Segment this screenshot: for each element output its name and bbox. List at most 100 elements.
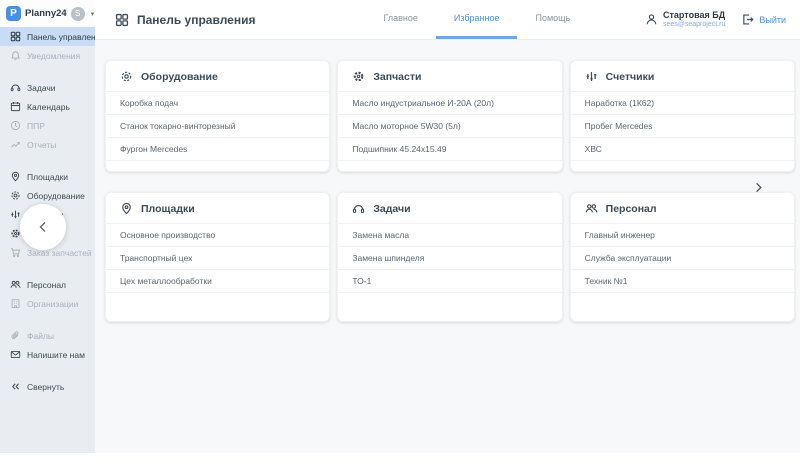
sidebar-item-reports[interactable]: Отчеты (0, 135, 95, 154)
card-tasks: Задачи Замена масла Замена шпинделя ТО-1 (337, 192, 562, 322)
sidebar-item-dashboard[interactable]: Панель управления (0, 27, 95, 46)
page-title: Панель управления (137, 13, 255, 27)
list-item[interactable]: Коробка подач (106, 92, 329, 115)
pin-icon (120, 202, 133, 215)
card-title: Запчасти (373, 71, 421, 83)
sidebar-item-label: Организации (27, 299, 78, 309)
list-item[interactable]: Станок токарно-винторезный (106, 115, 329, 138)
tab-label: Помощь (535, 13, 570, 23)
list-item[interactable]: ХВС (571, 138, 794, 161)
user-email: sees@seaproject.ru (663, 21, 725, 29)
gear-icon (10, 190, 21, 201)
sidebar-item-personnel[interactable]: Персонал (0, 275, 95, 294)
chevrons-left-icon (10, 381, 21, 392)
bell-icon (10, 50, 21, 61)
sidebar-item-label: Отчеты (27, 140, 56, 150)
app-window: P Planny24 S ▾ Панель управления Уведомл… (0, 0, 800, 453)
collapse-sidebar-button[interactable] (20, 204, 66, 250)
list-item[interactable]: Подшипник 45.24х15.49 (338, 138, 561, 161)
sidebar-item-collapse[interactable]: Свернуть (0, 377, 95, 396)
card-header: Задачи (338, 202, 561, 224)
card-personnel: Персонал Главный инженер Служба эксплуат… (570, 192, 795, 322)
list-item[interactable]: ТО-1 (338, 270, 561, 293)
page-title-block: Панель управления (115, 13, 255, 27)
people-icon (585, 202, 598, 215)
list-item[interactable]: Замена масла (338, 224, 561, 247)
top-bar: Панель управления Главное Избранное Помо… (95, 0, 800, 40)
list-item[interactable]: Замена шпинделя (338, 247, 561, 270)
list-item[interactable]: Основное производство (106, 224, 329, 247)
main-area: Панель управления Главное Избранное Помо… (95, 0, 800, 453)
card-sites: Площадки Основное производство Транспорт… (105, 192, 330, 322)
sidebar-item-ppr[interactable]: ППР (0, 116, 95, 135)
user-area[interactable]: Стартовая БД sees@seaproject.ru (645, 10, 725, 29)
calendar-icon (10, 101, 21, 112)
list-item[interactable]: Главный инженер (571, 224, 794, 247)
avatar[interactable]: S (71, 7, 85, 21)
chevron-down-icon[interactable]: ▾ (91, 10, 95, 18)
list-item[interactable]: Фургон Mercedes (106, 138, 329, 161)
list-item[interactable]: Техник №1 (571, 270, 794, 293)
logout-button[interactable]: Выйти (741, 13, 786, 26)
card-header: Персонал (571, 202, 794, 224)
sidebar-item-organizations[interactable]: Организации (0, 294, 95, 313)
sidebar-item-label: Напишите нам (27, 350, 85, 360)
sidebar-item-label: Файлы (27, 331, 54, 341)
card-meters: Счетчики Наработка (1К62) Пробег Mercede… (570, 60, 795, 172)
card-header: Площадки (106, 202, 329, 224)
tab-help[interactable]: Помощь (517, 0, 588, 39)
paperclip-icon (10, 330, 21, 341)
gauge-icon (10, 209, 21, 220)
tab-label: Избранное (454, 13, 500, 23)
dashboard-content: Оборудование Коробка подач Станок токарн… (95, 40, 800, 322)
card-header: Оборудование (106, 70, 329, 92)
carousel-next-button[interactable] (745, 174, 771, 200)
headset-icon (352, 202, 365, 215)
logout-label: Выйти (759, 15, 786, 25)
people-icon (10, 279, 21, 290)
dashboard-icon (115, 13, 129, 27)
list-item[interactable]: Пробег Mercedes (571, 115, 794, 138)
sidebar-item-label: Панель управления (27, 32, 95, 42)
card-spares: Запчасти Масло индустриальное И-20А (20л… (337, 60, 562, 172)
list-item[interactable]: Служба эксплуатации (571, 247, 794, 270)
cart-icon (10, 247, 21, 258)
app-logo-text: Planny24 (25, 8, 67, 19)
sidebar-item-label: Уведомления (27, 51, 80, 61)
sidebar-item-files[interactable]: Файлы (0, 326, 95, 345)
gauge-icon (585, 70, 598, 83)
sidebar-item-label: Календарь (27, 102, 70, 112)
gear-icon (120, 70, 133, 83)
tab-favorites[interactable]: Избранное (436, 0, 518, 39)
sidebar-item-equipment[interactable]: Оборудование (0, 186, 95, 205)
card-header: Запчасти (338, 70, 561, 92)
pin-icon (10, 171, 21, 182)
sidebar-item-label: Оборудование (27, 191, 85, 201)
sidebar-item-label: ППР (27, 121, 45, 131)
sidebar-item-contact-us[interactable]: Напишите нам (0, 345, 95, 364)
planny-logo-icon: P (6, 6, 21, 21)
card-title: Персонал (606, 203, 657, 215)
sidebar-item-calendar[interactable]: Календарь (0, 97, 95, 116)
sidebar-item-tasks[interactable]: Задачи (0, 78, 95, 97)
list-item[interactable]: Масло индустриальное И-20А (20л) (338, 92, 561, 115)
sidebar-item-notifications[interactable]: Уведомления (0, 46, 95, 65)
list-item[interactable]: Наработка (1К62) (571, 92, 794, 115)
sidebar: P Planny24 S ▾ Панель управления Уведомл… (0, 0, 95, 453)
header-tabs: Главное Избранное Помощь (365, 0, 588, 39)
dashboard-icon (10, 31, 21, 42)
sidebar-item-label: Задачи (27, 83, 56, 93)
tab-main[interactable]: Главное (365, 0, 435, 39)
sidebar-item-label: Персонал (27, 280, 66, 290)
list-item[interactable]: Цех металлообработки (106, 270, 329, 293)
logout-icon (741, 13, 754, 26)
headset-icon (10, 82, 21, 93)
card-title: Площадки (141, 203, 195, 215)
user-meta: Стартовая БД sees@seaproject.ru (663, 10, 725, 29)
sidebar-item-sites[interactable]: Площадки (0, 167, 95, 186)
card-equipment: Оборудование Коробка подач Станок токарн… (105, 60, 330, 172)
favorites-cards-grid: Оборудование Коробка подач Станок токарн… (105, 60, 795, 322)
list-item[interactable]: Масло моторное 5W30 (5л) (338, 115, 561, 138)
card-title: Счетчики (606, 71, 655, 83)
list-item[interactable]: Транспортный цех (106, 247, 329, 270)
